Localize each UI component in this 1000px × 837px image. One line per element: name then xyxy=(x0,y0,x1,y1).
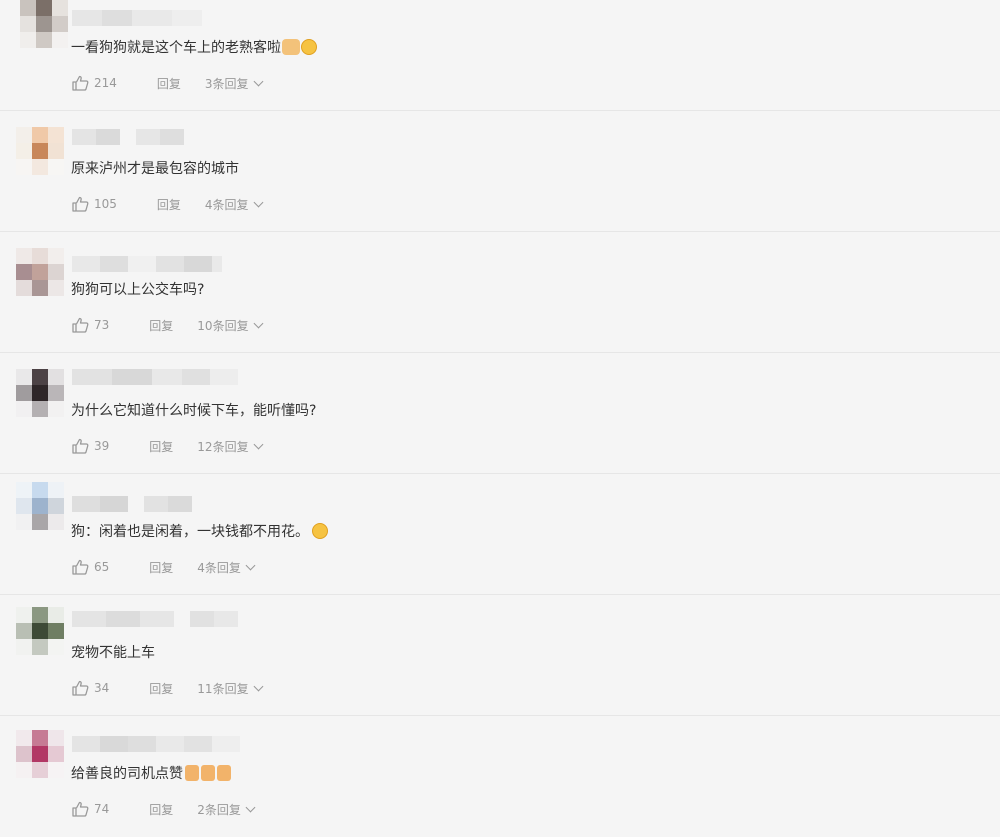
username-blurred[interactable] xyxy=(72,369,238,385)
username-blurred[interactable] xyxy=(72,496,192,512)
avatar[interactable] xyxy=(16,248,64,296)
comment-actions: 105 回复 4条回复 xyxy=(72,194,264,214)
comment-text-content: 一看狗狗就是这个车上的老熟客啦 xyxy=(71,40,281,56)
comment-text-content: 宠物不能上车 xyxy=(71,645,155,661)
like-count: 34 xyxy=(94,681,110,695)
reply-button[interactable]: 回复 xyxy=(149,438,173,455)
comment-text-content: 为什么它知道什么时候下车，能听懂吗? xyxy=(71,403,317,419)
thumbs-up-emoji-icon xyxy=(185,765,199,781)
clap-emoji-icon xyxy=(282,39,300,55)
thumbs-up-icon xyxy=(72,75,89,91)
comment-text: 为什么它知道什么时候下车，能听懂吗? xyxy=(71,401,316,421)
comment-text: 宠物不能上车 xyxy=(71,643,155,663)
comment-item: 给善良的司机点赞 74 回复 2条回复 xyxy=(0,716,1000,837)
laugh-emoji-icon xyxy=(301,39,317,55)
username-blurred[interactable] xyxy=(72,736,240,752)
view-replies-button[interactable]: 10条回复 xyxy=(197,317,264,334)
view-replies-button[interactable]: 4条回复 xyxy=(204,196,264,213)
username-blurred[interactable] xyxy=(72,611,238,627)
comment-actions: 74 回复 2条回复 xyxy=(72,799,256,819)
like-count: 39 xyxy=(94,439,110,453)
like-count: 73 xyxy=(94,318,110,332)
thumbs-up-icon xyxy=(72,438,89,454)
like-button[interactable]: 74 xyxy=(72,801,109,817)
view-replies-button[interactable]: 12条回复 xyxy=(197,438,264,455)
comment-text: 原来泸州才是最包容的城市 xyxy=(71,159,239,179)
replies-count: 3条回复 xyxy=(204,76,249,91)
thumbs-up-icon xyxy=(72,801,89,817)
reply-button[interactable]: 回复 xyxy=(149,317,173,334)
comment-actions: 34 回复 11条回复 xyxy=(72,678,264,698)
avatar[interactable] xyxy=(16,482,64,530)
comment-text: 一看狗狗就是这个车上的老熟客啦 xyxy=(71,38,317,58)
comment-actions: 73 回复 10条回复 xyxy=(72,315,264,335)
like-count: 214 xyxy=(94,76,117,90)
avatar[interactable] xyxy=(20,0,68,48)
comment-text-content: 狗：闲着也是闲着，一块钱都不用花。 xyxy=(71,524,309,540)
like-button[interactable]: 73 xyxy=(72,317,109,333)
reply-button[interactable]: 回复 xyxy=(157,75,181,92)
like-count: 65 xyxy=(94,560,110,574)
comment-text: 狗狗可以上公交车吗? xyxy=(71,280,204,300)
chevron-down-icon xyxy=(253,318,264,328)
comment-text-content: 狗狗可以上公交车吗? xyxy=(71,282,205,298)
comment-item: 宠物不能上车 34 回复 11条回复 xyxy=(0,595,1000,716)
view-replies-button[interactable]: 4条回复 xyxy=(197,559,256,576)
view-replies-button[interactable]: 2条回复 xyxy=(197,801,256,818)
like-count: 74 xyxy=(94,802,110,816)
username-blurred[interactable] xyxy=(72,10,202,26)
like-button[interactable]: 65 xyxy=(72,559,109,575)
comment-item: 狗：闲着也是闲着，一块钱都不用花。 65 回复 4条回复 xyxy=(0,474,1000,595)
thumbs-up-emoji-icon xyxy=(217,765,231,781)
replies-count: 2条回复 xyxy=(197,802,241,817)
like-button[interactable]: 34 xyxy=(72,680,109,696)
avatar[interactable] xyxy=(16,127,64,175)
thumbs-up-emoji-icon xyxy=(201,765,215,781)
chevron-down-icon xyxy=(253,681,264,691)
replies-count: 10条回复 xyxy=(197,318,249,333)
avatar[interactable] xyxy=(16,730,64,778)
reply-button[interactable]: 回复 xyxy=(149,559,173,576)
comment-text: 狗：闲着也是闲着，一块钱都不用花。 xyxy=(71,522,328,542)
thumbs-up-icon xyxy=(72,559,89,575)
username-blurred[interactable] xyxy=(72,256,222,272)
view-replies-button[interactable]: 3条回复 xyxy=(204,75,264,92)
comment-text: 给善良的司机点赞 xyxy=(71,764,231,784)
view-replies-button[interactable]: 11条回复 xyxy=(197,680,264,697)
thumbs-up-icon xyxy=(72,317,89,333)
reply-button[interactable]: 回复 xyxy=(149,801,173,818)
comment-item: 狗狗可以上公交车吗? 73 回复 10条回复 xyxy=(0,232,1000,353)
reply-button[interactable]: 回复 xyxy=(149,680,173,697)
smirk-emoji-icon xyxy=(312,523,328,539)
comment-item: 一看狗狗就是这个车上的老熟客啦 214 回复 3条回复 xyxy=(0,0,1000,111)
replies-count: 11条回复 xyxy=(197,681,249,696)
thumbs-up-icon xyxy=(72,680,89,696)
chevron-down-icon xyxy=(253,439,264,449)
avatar[interactable] xyxy=(16,369,64,417)
replies-count: 12条回复 xyxy=(197,439,249,454)
comment-actions: 39 回复 12条回复 xyxy=(72,436,264,456)
comment-text-content: 给善良的司机点赞 xyxy=(71,766,183,782)
comment-text-content: 原来泸州才是最包容的城市 xyxy=(71,161,239,177)
replies-count: 4条回复 xyxy=(197,560,241,575)
comment-actions: 214 回复 3条回复 xyxy=(72,73,264,93)
comment-item: 原来泸州才是最包容的城市 105 回复 4条回复 xyxy=(0,111,1000,232)
like-button[interactable]: 39 xyxy=(72,438,109,454)
thumbs-up-icon xyxy=(72,196,89,212)
comment-actions: 65 回复 4条回复 xyxy=(72,557,256,577)
chevron-down-icon xyxy=(245,802,256,812)
comment-item: 为什么它知道什么时候下车，能听懂吗? 39 回复 12条回复 xyxy=(0,353,1000,474)
like-button[interactable]: 105 xyxy=(72,196,117,212)
reply-button[interactable]: 回复 xyxy=(157,196,181,213)
comment-list: 一看狗狗就是这个车上的老熟客啦 214 回复 3条回复 原来泸州才是最包容的城市… xyxy=(0,0,1000,832)
like-button[interactable]: 214 xyxy=(72,75,117,91)
username-blurred[interactable] xyxy=(72,129,184,145)
like-count: 105 xyxy=(94,197,117,211)
chevron-down-icon xyxy=(253,197,264,207)
replies-count: 4条回复 xyxy=(204,197,249,212)
avatar[interactable] xyxy=(16,607,64,655)
chevron-down-icon xyxy=(245,560,256,570)
chevron-down-icon xyxy=(253,76,264,86)
